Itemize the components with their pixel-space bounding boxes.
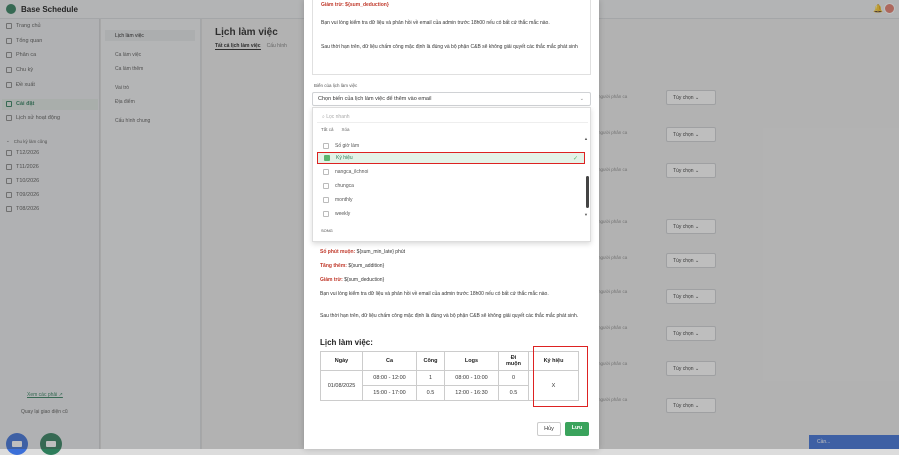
checkbox[interactable] (323, 211, 329, 217)
work-cell: 0.5 (416, 385, 445, 401)
checkbox[interactable] (323, 143, 329, 149)
shift-cell: 15:00 - 17:00 (362, 385, 417, 401)
shift-cell: 08:00 - 12:00 (362, 370, 417, 386)
check-icon: ✓ (572, 155, 578, 162)
option-item[interactable]: weekly (317, 208, 585, 220)
option-label: monthly (335, 197, 353, 203)
option-item[interactable]: nangca_ilchnoi (317, 166, 585, 178)
search-icon: ⌕ (322, 114, 325, 120)
option-item-selected[interactable]: Ký hiệu ✓ (317, 152, 585, 164)
work-cell: 1 (416, 370, 445, 386)
preview-paragraph: Bạn vui lòng kiểm tra dữ liệu và phản hồ… (320, 291, 549, 297)
column-header: Công (416, 351, 445, 371)
deduction-label: Giảm trừ: (320, 277, 343, 283)
select-all-button[interactable]: Tất cả (321, 127, 334, 132)
variable-select-placeholder: Chọn biến của lịch làm việc để thêm vào … (318, 96, 432, 102)
late-label: Số phút muộn: (320, 249, 356, 255)
scrollbar-thumb[interactable] (586, 176, 589, 208)
column-header: Ca (362, 351, 417, 371)
option-item[interactable]: Số giờ làm (317, 140, 585, 152)
addition-value: ${sum_addition} (348, 263, 385, 269)
checkbox[interactable] (323, 197, 329, 203)
email-preview-top: Giảm trừ: ${sum_deduction} Bạn vui lòng … (312, 0, 591, 75)
dropdown-footer: SONG (321, 228, 333, 233)
preview-deduction: Giảm trừ: ${sum_deduction} (321, 2, 389, 8)
filter-input[interactable]: ⌕ Lọc nhanh (317, 111, 588, 123)
logs-cell: 08:00 - 10:00 (444, 370, 499, 386)
date-cell: 01/08/2025 (320, 370, 363, 401)
dropdown-actions: Tất cả Xóa (321, 127, 350, 132)
preview-paragraph: Bạn vui lòng kiểm tra dữ liệu và phản hồ… (321, 20, 550, 26)
filter-placeholder: Lọc nhanh (326, 114, 350, 120)
variable-select[interactable]: Chọn biến của lịch làm việc để thêm vào … (312, 92, 591, 106)
column-header: Đi muộn (498, 351, 529, 371)
addition-label: Tăng thêm: (320, 263, 347, 269)
option-item[interactable]: chungca (317, 180, 585, 192)
preview-late: Số phút muộn: ${sum_min_late} phút (320, 249, 588, 257)
checkbox[interactable] (323, 169, 329, 175)
preview-deduction: Giảm trừ: ${sum_deduction} (320, 277, 588, 285)
option-label: Ký hiệu (336, 155, 353, 161)
option-label: chungca (335, 183, 354, 189)
cancel-button[interactable]: Hủy (537, 422, 561, 436)
schedule-title: Lịch làm việc: (320, 338, 373, 347)
save-button[interactable]: Lưu (565, 422, 589, 436)
checkbox-checked[interactable] (324, 155, 330, 161)
variable-dropdown: ⌕ Lọc nhanh Tất cả Xóa ▲ Số giờ làm Ký h… (312, 107, 591, 242)
late-value: ${sum_min_late} phút (356, 249, 406, 255)
variable-field-label: Biến của lịch làm việc (314, 83, 358, 88)
late-cell: 0.5 (498, 385, 529, 401)
deduction-value: ${sum_deduction} (344, 277, 385, 283)
column-header: Ngày (320, 351, 363, 371)
option-label: nangca_ilchnoi (335, 169, 369, 175)
option-label: Số giờ làm (335, 143, 360, 149)
option-item[interactable]: monthly (317, 194, 585, 206)
logs-cell: 12:00 - 16:30 (444, 385, 499, 401)
clear-button[interactable]: Xóa (342, 127, 350, 132)
app-shell: Base Schedule 🔔 Trang chủ Tổng quan Phân… (0, 0, 899, 455)
checkbox[interactable] (323, 183, 329, 189)
scroll-down-icon[interactable]: ▼ (584, 212, 588, 217)
column-header: Logs (444, 351, 499, 371)
option-label: weekly (335, 211, 351, 217)
preview-addition: Tăng thêm: ${sum_addition} (320, 263, 588, 271)
symbol-column-highlight (533, 346, 588, 407)
chevron-down-icon: ⌄ (579, 96, 584, 102)
preview-paragraph: Sau thời hạn trên, dữ liệu chấm công mặc… (321, 44, 578, 50)
preview-paragraph: Sau thời hạn trên, dữ liệu chấm công mặc… (320, 313, 579, 319)
late-cell: 0 (498, 370, 529, 386)
